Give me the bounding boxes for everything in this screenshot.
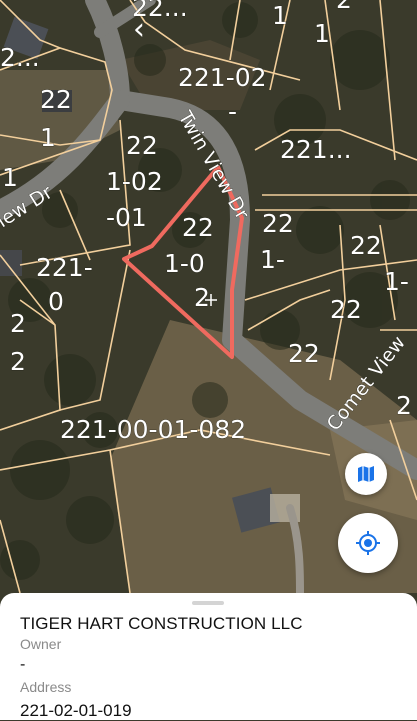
parcel-label: 22 bbox=[288, 339, 320, 368]
parcel-label: 22 bbox=[40, 85, 72, 114]
back-button[interactable]: ‹ bbox=[122, 11, 156, 47]
parcel-label: 1-0 bbox=[164, 249, 205, 278]
map-icon bbox=[358, 466, 374, 482]
parcel-label: 1 bbox=[272, 1, 288, 30]
parcel-label: - bbox=[228, 97, 237, 126]
sheet-drag-handle[interactable] bbox=[192, 601, 224, 605]
parcel-id: 221-02-01-019 bbox=[20, 701, 132, 720]
owner-name: TIGER HART CONSTRUCTION LLC bbox=[20, 614, 303, 633]
parcel-label: 2 bbox=[10, 347, 26, 376]
parcel-label: 22 bbox=[126, 131, 158, 160]
chevron-left-icon: ‹ bbox=[133, 11, 145, 47]
my-location-button[interactable] bbox=[338, 513, 398, 573]
parcel-label: 1 bbox=[314, 19, 330, 48]
parcel-label: 221-02 bbox=[178, 63, 267, 92]
parcel-label: 22 bbox=[262, 209, 294, 238]
parcel-label: 221- bbox=[36, 253, 93, 282]
parcel-label: 0 bbox=[48, 287, 64, 316]
parcel-label: 1-02 bbox=[106, 167, 163, 196]
parcel-label: 22 bbox=[350, 231, 382, 260]
parcel-label: 1 bbox=[40, 123, 56, 152]
owner-caption: Owner bbox=[20, 636, 62, 652]
parcel-label: 22 bbox=[330, 295, 362, 324]
parcel-label: 2 bbox=[336, 0, 352, 14]
parcel-label: 221... bbox=[280, 135, 352, 164]
address-value: - bbox=[20, 656, 26, 673]
address-caption: Address bbox=[20, 679, 72, 695]
parcel-label: 2 bbox=[10, 309, 26, 338]
parcel-label: 2 bbox=[396, 391, 412, 420]
parcel-info-sheet[interactable]: TIGER HART CONSTRUCTION LLC Owner - Addr… bbox=[0, 593, 417, 720]
parcel-label: 1- bbox=[384, 267, 409, 296]
parcel-label: 1- bbox=[260, 245, 285, 274]
parcel-label: 2 bbox=[194, 283, 210, 312]
parcel-label: 221-00-01-082 bbox=[60, 415, 246, 444]
parcel-label: 22 bbox=[182, 213, 214, 242]
map-layers-button[interactable] bbox=[345, 453, 387, 495]
parcel-label: 2... bbox=[0, 43, 40, 72]
parcel-label: 1 bbox=[2, 163, 18, 192]
parcel-label: -01 bbox=[106, 203, 147, 232]
my-location-icon bbox=[356, 531, 380, 555]
